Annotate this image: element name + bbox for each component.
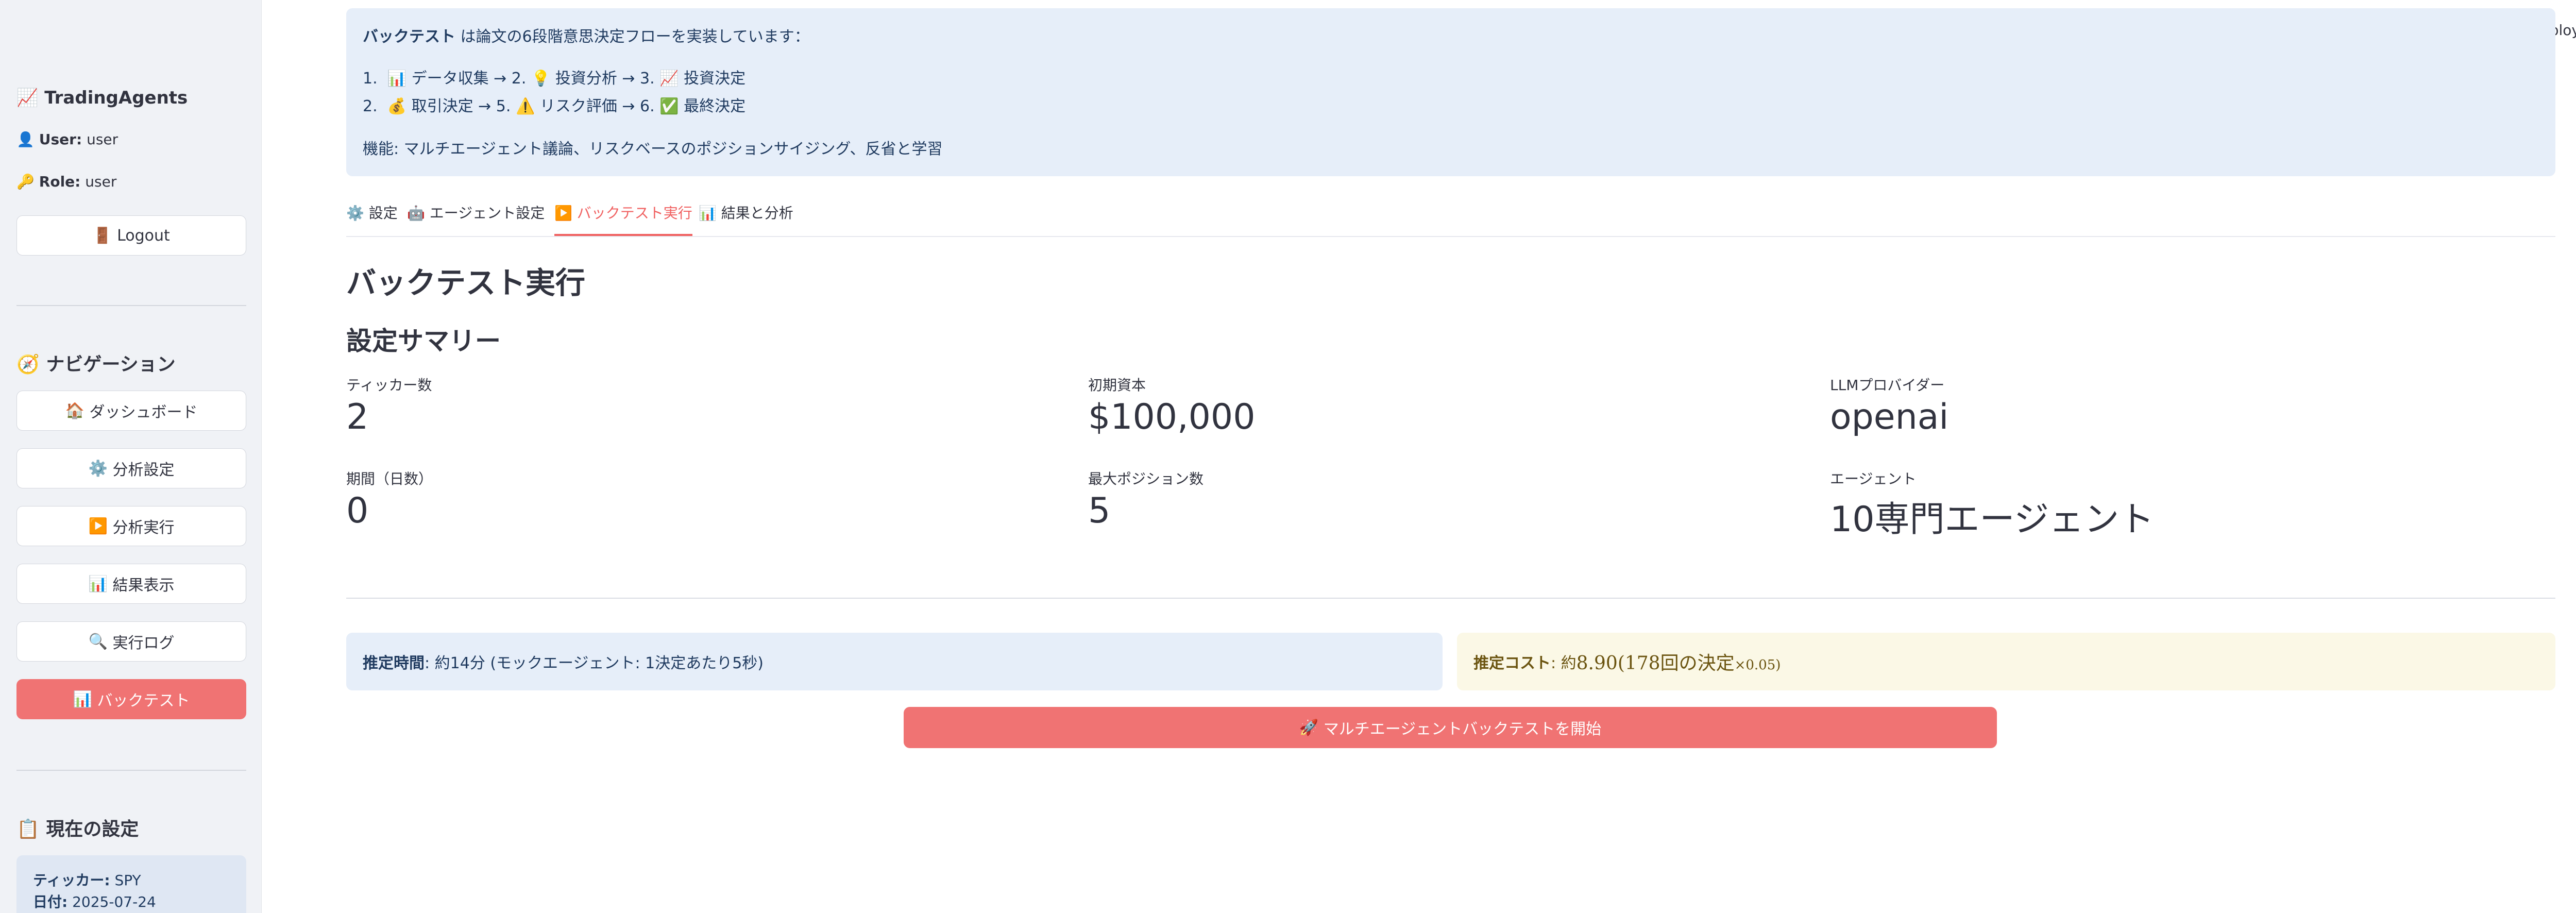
main-content: Deploy ⋮ バックテスト は論文の6段階意思決定フローを実装しています： … bbox=[262, 0, 2576, 913]
tab-results-analysis[interactable]: 📊 結果と分析 bbox=[699, 202, 793, 234]
start-backtest-button[interactable]: 🚀 マルチエージェントバックテストを開始 bbox=[904, 707, 1997, 748]
tab-settings[interactable]: ⚙️ 設定 bbox=[346, 202, 398, 234]
key-icon: 🔑 bbox=[16, 173, 35, 190]
metric-label: 期間（日数） bbox=[346, 470, 433, 487]
date-setting: 日付: 2025-07-24 bbox=[33, 893, 156, 910]
robot-icon: 🤖 bbox=[407, 205, 425, 222]
metric-value: 0 bbox=[346, 491, 369, 531]
nav-dashboard-button[interactable]: 🏠 ダッシュボード bbox=[16, 391, 246, 431]
magnifier-icon: 🔍 bbox=[88, 632, 108, 651]
gear-icon: ⚙️ bbox=[346, 205, 364, 222]
rocket-icon: 🚀 bbox=[1299, 718, 1319, 737]
sidebar: 📈 TradingAgents 👤 User: user 🔑 Role: use… bbox=[0, 0, 262, 913]
bar-chart-icon: 📊 bbox=[73, 690, 92, 708]
metric-value: $100,000 bbox=[1088, 397, 1256, 437]
page-title: バックテスト実行 bbox=[346, 265, 586, 300]
info-step: 2. 💰 取引決定 → 5. ⚠️ リスク評価 → 6. ✅ 最終決定 bbox=[363, 97, 746, 115]
play-icon: ▶️ bbox=[554, 205, 572, 222]
sidebar-divider bbox=[16, 305, 246, 306]
user-info: 👤 User: user bbox=[16, 131, 118, 148]
tab-agent-settings[interactable]: 🤖 エージェント設定 bbox=[407, 202, 545, 234]
tab-backtest-run[interactable]: ▶️ バックテスト実行 bbox=[554, 202, 692, 236]
app-title: 📈 TradingAgents bbox=[16, 88, 188, 108]
chart-up-icon: 📈 bbox=[16, 88, 39, 108]
nav-run-analysis-button[interactable]: ▶️ 分析実行 bbox=[16, 506, 246, 546]
metric-value: 2 bbox=[346, 397, 369, 437]
play-icon: ▶️ bbox=[88, 517, 108, 535]
estimated-time-box: 推定時間: 約14分 (モックエージェント: 1決定あたり5秒) bbox=[346, 633, 1443, 690]
info-features: 機能: マルチエージェント議論、リスクベースのポジションサイジング、反省と学習 bbox=[363, 140, 943, 158]
bar-chart-icon: 📊 bbox=[699, 205, 717, 222]
user-icon: 👤 bbox=[16, 131, 35, 148]
ticker-setting: ティッカー: SPY bbox=[33, 872, 141, 889]
house-icon: 🏠 bbox=[65, 401, 84, 420]
tab-bar: ⚙️ 設定 🤖 エージェント設定 ▶️ バックテスト実行 📊 結果と分析 bbox=[346, 199, 2555, 237]
compass-icon: 🧭 bbox=[16, 354, 40, 375]
info-box: バックテスト は論文の6段階意思決定フローを実装しています： 1. 📊 データ収… bbox=[346, 8, 2555, 176]
nav-results-button[interactable]: 📊 結果表示 bbox=[16, 564, 246, 604]
role-info: 🔑 Role: user bbox=[16, 173, 117, 190]
summary-title: 設定サマリー bbox=[346, 326, 501, 356]
metric-value: 5 bbox=[1088, 491, 1111, 531]
nav-logs-button[interactable]: 🔍 実行ログ bbox=[16, 621, 246, 662]
metric-label: ティッカー数 bbox=[346, 377, 432, 394]
gear-icon: ⚙️ bbox=[88, 459, 108, 478]
nav-analysis-settings-button[interactable]: ⚙️ 分析設定 bbox=[16, 448, 246, 488]
nav-heading: 🧭 ナビゲーション bbox=[16, 354, 176, 375]
sidebar-divider bbox=[16, 770, 246, 771]
current-settings-heading: 📋 現在の設定 bbox=[16, 819, 139, 840]
estimated-cost-box: 推定コスト: 約 8.90(178回の決定×0.05) bbox=[1457, 633, 2555, 690]
info-step: 1. 📊 データ収集 → 2. 💡 投資分析 → 3. 📈 投資決定 bbox=[363, 70, 746, 88]
info-intro: バックテスト は論文の6段階意思決定フローを実装しています： bbox=[363, 28, 810, 46]
metric-value: openai bbox=[1830, 397, 1949, 437]
metric-label: 最大ポジション数 bbox=[1088, 470, 1204, 487]
metric-label: エージェント bbox=[1830, 470, 1917, 487]
metric-label: LLMプロバイダー bbox=[1830, 377, 1945, 394]
current-settings-card: ティッカー: SPY 日付: 2025-07-24 bbox=[16, 855, 246, 913]
bar-chart-icon: 📊 bbox=[88, 574, 108, 593]
nav-backtest-button[interactable]: 📊 バックテスト bbox=[16, 679, 246, 719]
metric-value: 10専門エージェント bbox=[1830, 499, 2155, 540]
section-divider bbox=[346, 598, 2555, 599]
logout-button[interactable]: 🚪 Logout bbox=[16, 215, 246, 256]
clipboard-icon: 📋 bbox=[16, 819, 40, 840]
door-icon: 🚪 bbox=[93, 226, 112, 245]
metric-label: 初期資本 bbox=[1088, 377, 1146, 394]
